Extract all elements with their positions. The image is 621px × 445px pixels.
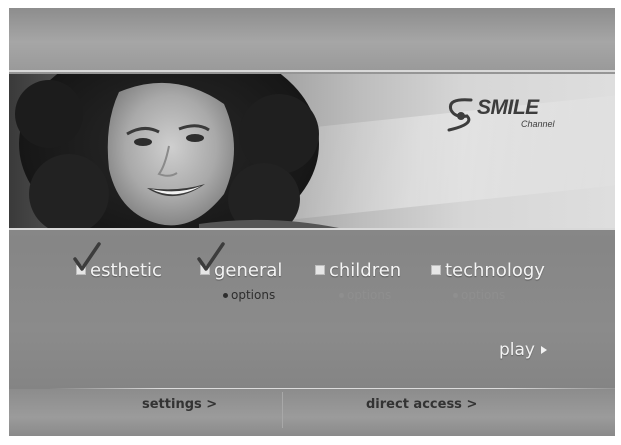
checkbox-box[interactable] [431, 265, 441, 275]
hero-banner: SMILE Channel [9, 74, 615, 228]
logo-wordmark: SMILE [477, 96, 539, 119]
checkmark-icon [197, 242, 225, 271]
category-label: children [329, 259, 402, 281]
settings-button[interactable]: settings > [142, 397, 217, 412]
top-band [9, 8, 615, 70]
checkbox-box[interactable] [315, 265, 325, 275]
smiling-woman-photo [15, 74, 339, 228]
smile-channel-logo: SMILE Channel [441, 94, 571, 138]
checkmark-icon [73, 242, 101, 271]
options-label: options [461, 288, 506, 302]
banner-top-divider [9, 70, 615, 72]
options-label: options [347, 288, 392, 302]
bottom-bar [9, 389, 615, 436]
smile-logo-swirl-icon [447, 98, 473, 132]
children-options-link[interactable]: options [339, 288, 391, 302]
bottom-bar-separator [282, 392, 283, 428]
bullet-icon [453, 292, 458, 298]
smile-channel-menu-screen: SMILE Channel esthetic general children … [9, 8, 615, 436]
category-label: technology [445, 259, 545, 281]
direct-access-button[interactable]: direct access > [366, 397, 477, 412]
logo-subtitle: Channel [521, 119, 555, 129]
category-children[interactable]: children [315, 258, 401, 282]
options-label: options [231, 288, 276, 302]
general-options-link[interactable]: options [223, 288, 275, 302]
play-label: play [499, 340, 535, 360]
banner-bottom-divider [9, 228, 615, 230]
play-button[interactable]: play [499, 340, 547, 360]
bullet-icon [339, 292, 344, 298]
technology-options-link[interactable]: options [453, 288, 505, 302]
play-arrow-icon [541, 346, 547, 354]
category-technology[interactable]: technology [431, 258, 545, 282]
bullet-icon [223, 292, 228, 298]
